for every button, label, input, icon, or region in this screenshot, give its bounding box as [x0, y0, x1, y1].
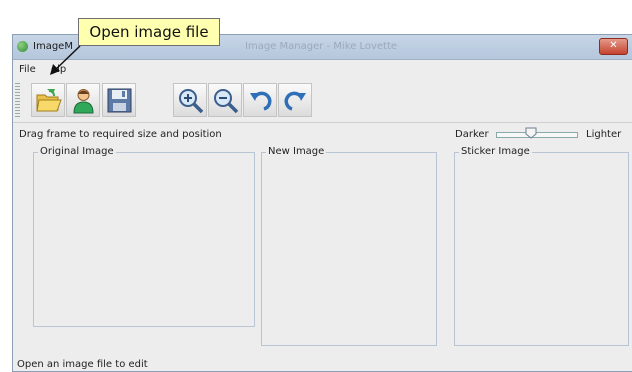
open-image-callout: Open image file	[78, 18, 220, 46]
close-button[interactable]: ✕	[599, 38, 628, 55]
original-image-panel[interactable]: Original Image	[33, 146, 255, 327]
zoom-in-icon	[179, 89, 204, 114]
menu-bar: File elp	[13, 60, 632, 78]
app-icon	[17, 41, 28, 52]
zoom-out-button[interactable]	[208, 83, 242, 117]
zoom-in-button[interactable]	[173, 83, 207, 117]
new-image-panel[interactable]: New Image	[261, 146, 437, 346]
sticker-image-panel[interactable]: Sticker Image	[454, 146, 629, 346]
user-icon	[73, 89, 94, 114]
status-bar-text: Open an image file to edit	[17, 359, 148, 370]
lighter-label: Lighter	[586, 129, 622, 140]
user-button[interactable]	[66, 83, 100, 117]
contrast-slider-thumb[interactable]	[525, 127, 537, 139]
menu-file[interactable]: File	[19, 64, 36, 75]
zoom-out-icon	[214, 89, 239, 114]
toolbar-grip[interactable]	[15, 83, 20, 117]
toolbar	[13, 80, 632, 123]
window-title-blurred: Image Manager - Mike Lovette	[245, 41, 398, 52]
new-image-title: New Image	[266, 146, 327, 157]
save-button[interactable]	[102, 83, 136, 117]
rotate-left-button[interactable]	[243, 83, 277, 117]
original-image-title: Original Image	[38, 146, 116, 157]
rotate-left-icon	[250, 91, 272, 111]
contrast-slider-track[interactable]	[496, 132, 578, 138]
app-window: ImageM Image Manager - Mike Lovette ✕ Fi…	[12, 34, 632, 372]
darker-label: Darker	[455, 129, 489, 140]
instruction-text: Drag frame to required size and position	[19, 129, 222, 140]
rotate-right-icon	[284, 91, 306, 111]
open-file-button[interactable]	[31, 83, 65, 117]
open-folder-icon	[36, 89, 62, 112]
callout-pointer-arrow	[50, 45, 81, 75]
rotate-right-button[interactable]	[278, 83, 312, 117]
save-icon	[107, 88, 132, 113]
sticker-image-title: Sticker Image	[459, 146, 532, 157]
